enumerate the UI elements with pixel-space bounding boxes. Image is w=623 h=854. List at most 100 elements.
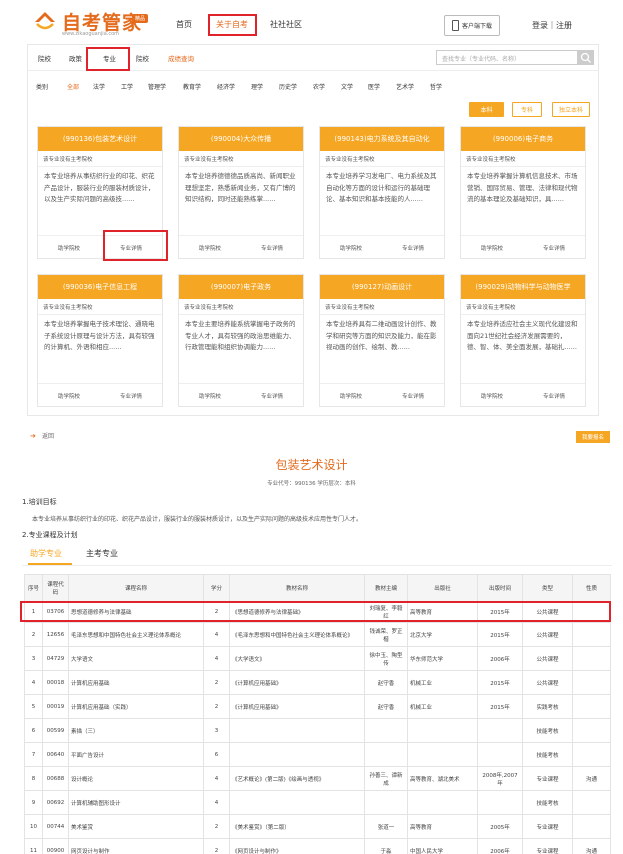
study-school-button[interactable]: 助学院校: [461, 384, 523, 408]
highlight-box-row: [20, 601, 611, 622]
category-philosophy[interactable]: 哲学: [430, 82, 442, 91]
table-cell: 《艺术概论》(第二版)《绘画与透视》: [229, 766, 365, 791]
table-cell: 机械工业: [407, 694, 478, 719]
tab-main-major[interactable]: 主考专业: [86, 548, 118, 559]
category-arts[interactable]: 艺术学: [396, 82, 414, 91]
table-cell: 6: [24, 718, 43, 743]
table-cell: 计算机应用基础: [68, 670, 204, 695]
study-school-button[interactable]: 助学院校: [38, 236, 100, 260]
category-engineering[interactable]: 工学: [121, 82, 133, 91]
category-literature[interactable]: 文学: [341, 82, 353, 91]
study-school-button[interactable]: 助学院校: [320, 384, 382, 408]
table-cell: 00599: [42, 718, 69, 743]
column-header: 课程名称: [68, 574, 204, 602]
table-cell: 于淼: [364, 838, 408, 854]
major-card-desc: 本专业培养适应社会主义现代化建设和面向21世纪社会经济发展需要的，德、智、体、美…: [467, 320, 578, 351]
category-management[interactable]: 管理学: [148, 82, 166, 91]
category-economics[interactable]: 经济学: [217, 82, 235, 91]
section-course-plan: 2.专业课程及计划: [22, 531, 78, 539]
category-law[interactable]: 法学: [93, 82, 105, 91]
table-cell: [364, 718, 408, 743]
nav-home[interactable]: 首页: [176, 19, 192, 30]
back-arrow-icon[interactable]: ➔: [30, 432, 36, 440]
table-row: 7 00640 平面广告设计 6 技能考核: [24, 742, 611, 767]
table-cell: 徐中玉、陶型传: [364, 646, 408, 671]
major-card-title[interactable]: (990029)动物科学与动物医学: [461, 275, 585, 299]
study-school-button[interactable]: 助学院校: [320, 236, 382, 260]
study-school-button[interactable]: 助学院校: [179, 384, 241, 408]
major-card-desc: 本专业培养德德德品质高尚、新闻职业理想坚定，熟悉新闻业务，又有广博的知识结构，同…: [185, 172, 296, 203]
enroll-button[interactable]: 我要报名: [576, 431, 610, 443]
major-detail-button[interactable]: 专业详情: [523, 236, 585, 260]
phone-icon: [451, 20, 459, 31]
table-cell: 11: [24, 838, 43, 854]
level-independent-button[interactable]: 独立本科: [552, 102, 590, 117]
table-cell: [407, 742, 478, 767]
table-cell: [477, 742, 523, 767]
major-card-title[interactable]: (990006)电子商务: [461, 127, 585, 151]
table-cell: 赵守香: [364, 694, 408, 719]
table-cell: [572, 814, 611, 839]
back-link[interactable]: 返回: [42, 431, 54, 440]
major-card-title[interactable]: (990143)电力系统及其自动化: [320, 127, 444, 151]
table-row: 3 04729 大学语文 4 《大学语文》 徐中玉、陶型传 华东师范大学 2006年 公共课程: [24, 646, 611, 671]
major-card-title[interactable]: (990004)大众传播: [179, 127, 303, 151]
category-agriculture[interactable]: 农学: [313, 82, 325, 91]
login-register-link[interactable]: 登录｜注册: [532, 20, 572, 31]
major-card-school: 该专业没有主考院校: [179, 299, 303, 315]
tab-policy[interactable]: 政策: [69, 53, 82, 63]
column-header: 出版时间: [477, 574, 523, 602]
tab-schools[interactable]: 院校: [38, 53, 51, 63]
table-cell: 《计算机应用基础》: [229, 670, 365, 695]
table-cell: 沟通: [572, 838, 611, 854]
major-detail-button[interactable]: 专业详情: [100, 384, 162, 408]
table-cell: 公共课程: [522, 622, 573, 647]
download-button[interactable]: 客户端下载: [444, 15, 500, 36]
major-card-title[interactable]: (990036)电子信息工程: [38, 275, 162, 299]
table-cell: 2: [203, 814, 230, 839]
study-school-button[interactable]: 助学院校: [461, 236, 523, 260]
major-detail-button[interactable]: 专业详情: [382, 236, 444, 260]
study-school-button[interactable]: 助学院校: [179, 236, 241, 260]
study-school-button[interactable]: 助学院校: [38, 384, 100, 408]
major-card: (990036)电子信息工程 该专业没有主考院校 本专业培养掌握电子技术理论、通…: [37, 274, 163, 407]
tab-score-query[interactable]: 成绩查询: [168, 53, 194, 63]
active-tab-underline: [28, 563, 72, 565]
category-science[interactable]: 理学: [251, 82, 263, 91]
major-card-title[interactable]: (990007)电子政务: [179, 275, 303, 299]
table-cell: [572, 694, 611, 719]
highlight-box-nav: [208, 14, 257, 36]
table-cell: 平面广告设计: [68, 742, 204, 767]
category-medicine[interactable]: 医学: [368, 82, 380, 91]
table-cell: [572, 742, 611, 767]
category-all[interactable]: 全部: [67, 82, 79, 91]
level-junior-button[interactable]: 专科: [512, 102, 542, 117]
major-card-school: 该专业没有主考院校: [38, 151, 162, 167]
category-education[interactable]: 教育学: [183, 82, 201, 91]
major-detail-button[interactable]: 专业详情: [523, 384, 585, 408]
table-cell: 4: [203, 646, 230, 671]
tab-study-major[interactable]: 助学专业: [30, 548, 62, 559]
table-cell: 8: [24, 766, 43, 791]
column-header: 教材名称: [229, 574, 365, 602]
table-cell: 计算机应用基础（实践）: [68, 694, 204, 719]
major-detail-button[interactable]: 专业详情: [382, 384, 444, 408]
table-cell: 4: [203, 622, 230, 647]
major-card: (990127)动画设计 该专业没有主考院校 本专业培养具有二维动画设计创作、教…: [319, 274, 445, 407]
major-detail-button[interactable]: 专业详情: [241, 236, 303, 260]
table-cell: 00019: [42, 694, 69, 719]
table-cell: 《网页设计与制作》: [229, 838, 365, 854]
major-card-title[interactable]: (990127)动画设计: [320, 275, 444, 299]
tab-schools-2[interactable]: 院校: [136, 53, 149, 63]
table-cell: 5: [24, 694, 43, 719]
table-cell: 《毛泽东思想和中国特色社会主义理论体系概论》: [229, 622, 365, 647]
major-detail-button[interactable]: 专业详情: [241, 384, 303, 408]
level-bachelor-button[interactable]: 本科: [469, 102, 504, 117]
table-cell: [477, 790, 523, 815]
major-search-input[interactable]: 查找专业（专业代码、名称）: [436, 50, 578, 65]
category-history[interactable]: 历史学: [279, 82, 297, 91]
nav-community[interactable]: 社社社区: [270, 19, 302, 30]
search-button[interactable]: [578, 50, 594, 65]
major-card-title[interactable]: (990136)包装艺术设计: [38, 127, 162, 151]
table-cell: 00744: [42, 814, 69, 839]
